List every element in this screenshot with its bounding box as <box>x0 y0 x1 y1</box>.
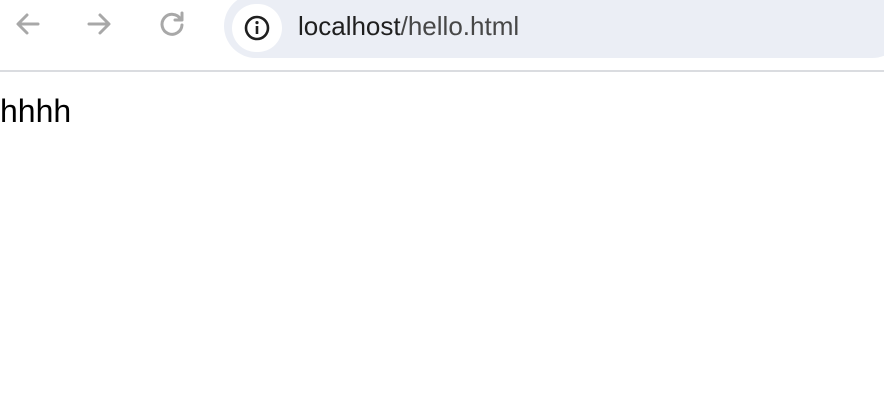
reload-icon <box>160 11 184 36</box>
browser-toolbar: localhost/hello.html <box>0 0 884 70</box>
page-body-text: hhhh <box>0 93 72 129</box>
address-bar[interactable]: localhost/hello.html <box>224 0 884 58</box>
url-host: localhost <box>298 11 401 41</box>
url-path: /hello.html <box>400 11 520 41</box>
url-text[interactable]: localhost/hello.html <box>298 6 519 46</box>
reload-button[interactable] <box>152 4 192 44</box>
arrow-left-icon <box>16 13 40 35</box>
site-info-button[interactable] <box>232 4 282 52</box>
page-content: hhhh <box>0 72 884 418</box>
forward-button[interactable] <box>79 4 119 44</box>
arrow-right-icon <box>87 13 111 35</box>
back-button[interactable] <box>8 4 48 44</box>
info-circle-icon <box>244 15 270 41</box>
